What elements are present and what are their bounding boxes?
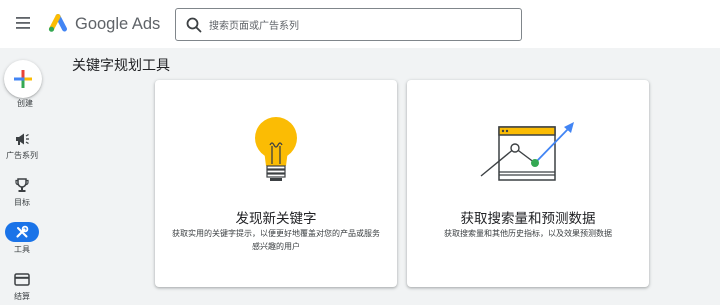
billing-label: 结算 xyxy=(14,292,30,301)
search-icon xyxy=(185,16,203,34)
create-button[interactable] xyxy=(4,60,42,98)
campaigns-label: 广告系列 xyxy=(6,151,38,160)
card-description: 获取搜索量和其他历史指标，以及效果预测数据 xyxy=(444,229,612,238)
google-ads-logo-icon xyxy=(48,14,67,32)
billing-icon[interactable] xyxy=(12,271,32,287)
campaigns-icon[interactable] xyxy=(12,131,32,147)
trend-chart-icon xyxy=(407,120,649,184)
search-placeholder: 搜索页面或广告系列 xyxy=(209,21,299,32)
card-description: 获取实用的关键字提示，以便更好地覆盖对您的产品或服务感兴趣的用户 xyxy=(172,229,380,251)
goals-icon[interactable] xyxy=(12,177,32,193)
goals-label: 目标 xyxy=(14,198,30,207)
create-label: 创建 xyxy=(17,99,33,108)
tools-label: 工具 xyxy=(14,245,30,254)
app-name: Google Ads xyxy=(75,14,161,33)
search-input[interactable]: 搜索页面或广告系列 xyxy=(175,8,522,41)
card-title: 发现新关键字 xyxy=(235,211,317,227)
page-title: 关键字规划工具 xyxy=(72,58,170,74)
search-volume-forecast-card[interactable]: 获取搜索量和预测数据 获取搜索量和其他历史指标，以及效果预测数据 xyxy=(407,80,649,287)
discover-keywords-card[interactable]: 发现新关键字 获取实用的关键字提示，以便更好地覆盖对您的产品或服务感兴趣的用户 xyxy=(155,80,397,287)
lightbulb-icon xyxy=(155,116,397,186)
google-ads-logo[interactable]: Google Ads xyxy=(47,10,160,38)
top-bar: Google Ads 搜索页面或广告系列 xyxy=(0,0,720,48)
card-title: 获取搜索量和预测数据 xyxy=(460,211,596,227)
tools-icon xyxy=(16,225,29,238)
menu-icon[interactable] xyxy=(8,8,38,38)
tools-nav-item[interactable] xyxy=(5,222,39,242)
plus-icon xyxy=(14,70,32,88)
